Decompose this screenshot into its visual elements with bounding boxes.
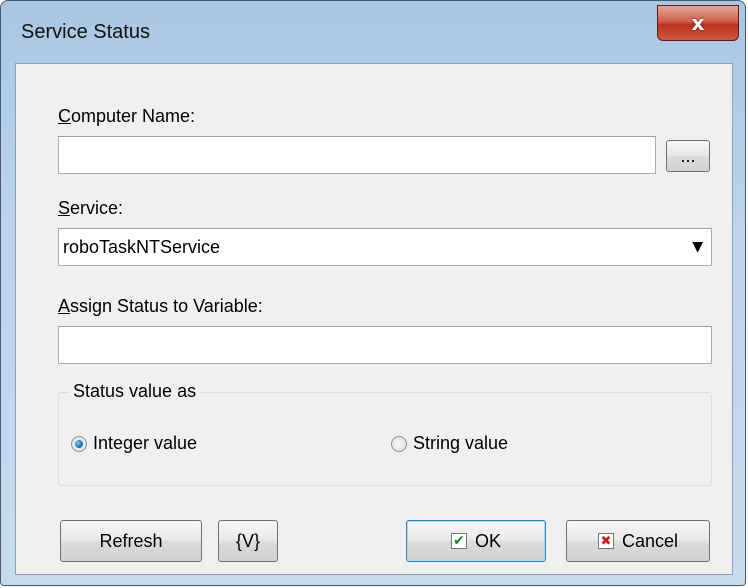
- computer-name-label: Computer Name:: [58, 106, 196, 126]
- service-label: Service:: [58, 198, 124, 218]
- dialog-window: Service Status x Computer Name: ... Serv…: [0, 0, 746, 586]
- status-value-groupbox: Status value as Integer value String val…: [58, 381, 712, 486]
- radio-unchecked-icon[interactable]: [391, 435, 407, 452]
- browse-computer-button[interactable]: ...: [666, 140, 710, 172]
- radio-integer-label: Integer value: [93, 433, 198, 453]
- cross-icon: ✖: [597, 533, 614, 549]
- service-select[interactable]: roboTaskNTService ▼: [58, 228, 712, 266]
- refresh-button[interactable]: Refresh: [60, 520, 202, 562]
- status-value-group-title: Status value as: [69, 381, 201, 402]
- radio-string-label: String value: [413, 433, 509, 453]
- assign-variable-label: Assign Status to Variable:: [58, 296, 263, 316]
- radio-integer-value[interactable]: Integer value: [71, 433, 197, 454]
- radio-string-value[interactable]: String value: [391, 433, 508, 454]
- cancel-button[interactable]: ✖ Cancel: [566, 520, 710, 562]
- ok-button[interactable]: ✔ OK: [406, 520, 546, 562]
- radio-checked-icon[interactable]: [71, 435, 87, 452]
- assign-variable-input[interactable]: [58, 326, 712, 364]
- cancel-button-label: Cancel: [621, 530, 679, 551]
- insert-variable-button[interactable]: {V}: [218, 520, 278, 562]
- computer-name-input[interactable]: [58, 136, 656, 174]
- chevron-down-icon[interactable]: ▼: [692, 229, 703, 265]
- close-icon: x: [691, 11, 705, 35]
- dialog-client-area: Computer Name: ... Service: roboTaskNTSe…: [15, 63, 733, 575]
- service-select-value: roboTaskNTService: [63, 237, 221, 257]
- close-button[interactable]: x: [657, 5, 739, 41]
- ok-button-label: OK: [474, 530, 501, 551]
- checkmark-icon: ✔: [450, 533, 467, 549]
- window-title: Service Status: [21, 21, 150, 43]
